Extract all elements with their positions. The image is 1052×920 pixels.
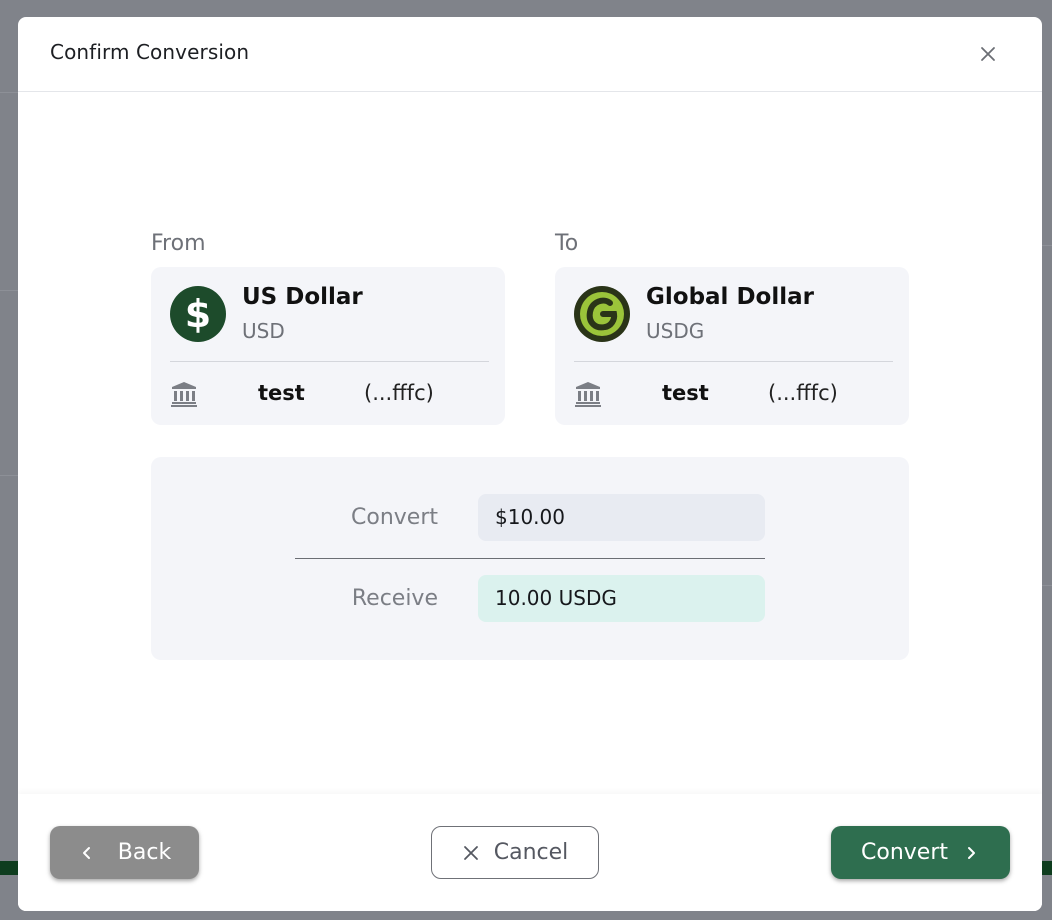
to-account-name: test bbox=[662, 381, 709, 405]
bank-icon bbox=[171, 382, 197, 407]
card-divider bbox=[574, 361, 893, 362]
close-button[interactable] bbox=[976, 42, 1000, 66]
dialog-footer: Back Cancel Convert bbox=[18, 794, 1042, 911]
background-divider bbox=[0, 92, 18, 93]
chevron-right-icon bbox=[968, 846, 975, 859]
background-divider bbox=[0, 290, 18, 291]
confirm-conversion-dialog: Confirm Conversion From $ US Dollar USD … bbox=[18, 17, 1042, 911]
convert-amount-value: $10.00 bbox=[478, 494, 765, 541]
dialog-title: Confirm Conversion bbox=[50, 40, 250, 64]
background-divider bbox=[0, 475, 18, 476]
chevron-left-icon bbox=[82, 846, 90, 859]
close-icon bbox=[981, 47, 995, 61]
dialog-header: Confirm Conversion bbox=[18, 17, 1042, 92]
global-dollar-logo-icon bbox=[574, 286, 630, 342]
convert-button[interactable]: Convert bbox=[831, 826, 1010, 879]
card-divider bbox=[170, 361, 489, 362]
to-label: To bbox=[555, 231, 579, 256]
summary-divider bbox=[295, 558, 765, 559]
svg-text:$: $ bbox=[185, 292, 211, 336]
bank-icon bbox=[575, 382, 601, 407]
from-currency-code: USD bbox=[242, 319, 285, 343]
from-account-mask: (...fffc) bbox=[364, 381, 434, 405]
cancel-button-label: Cancel bbox=[493, 840, 569, 865]
receive-amount-label: Receive bbox=[351, 586, 438, 611]
from-currency-card: $ US Dollar USD test (...fffc) bbox=[151, 267, 505, 425]
cancel-button[interactable]: Cancel bbox=[431, 826, 599, 879]
background-divider bbox=[1042, 245, 1052, 246]
to-currency-card: Global Dollar USDG test (...fffc) bbox=[555, 267, 909, 425]
back-button[interactable]: Back bbox=[50, 826, 199, 879]
to-currency-name: Global Dollar bbox=[646, 284, 814, 310]
convert-button-label: Convert bbox=[861, 840, 948, 865]
to-account-mask: (...fffc) bbox=[768, 381, 838, 405]
back-button-label: Back bbox=[117, 840, 172, 865]
close-icon bbox=[463, 845, 478, 860]
dollar-sign-icon: $ bbox=[170, 286, 226, 342]
from-label: From bbox=[151, 231, 206, 256]
convert-amount-label: Convert bbox=[351, 505, 438, 530]
receive-amount-value: 10.00 USDG bbox=[478, 575, 765, 622]
conversion-summary: Convert $10.00 Receive 10.00 USDG bbox=[151, 457, 909, 660]
from-account-name: test bbox=[258, 381, 305, 405]
from-currency-name: US Dollar bbox=[242, 284, 363, 310]
to-currency-code: USDG bbox=[646, 319, 705, 343]
background-divider bbox=[1042, 585, 1052, 586]
